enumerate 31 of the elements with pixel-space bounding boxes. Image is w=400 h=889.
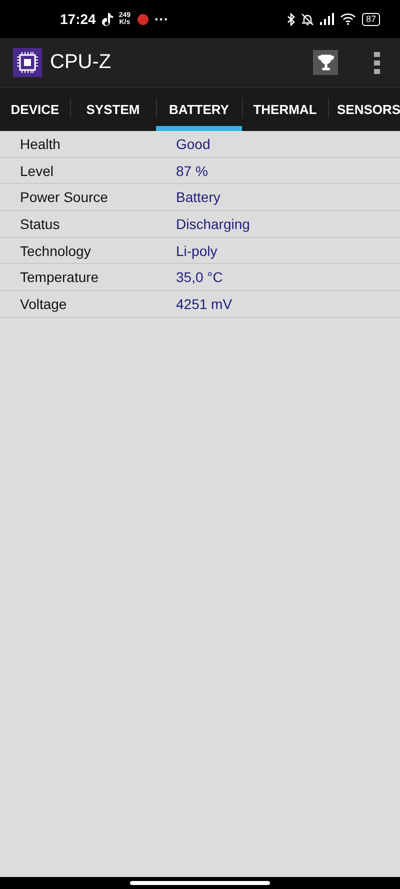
property-value: Battery bbox=[176, 189, 220, 206]
property-label: Technology bbox=[19, 242, 92, 259]
battery-icon: 87 bbox=[362, 12, 380, 26]
muted-bell-icon bbox=[300, 12, 314, 26]
property-label: Level bbox=[19, 162, 54, 179]
chip-logo-icon bbox=[13, 48, 42, 77]
property-label: Power Source bbox=[19, 189, 109, 206]
signal-icon bbox=[320, 13, 334, 25]
trophy-button[interactable] bbox=[313, 50, 338, 75]
tab[interactable]: SENSORS bbox=[328, 88, 400, 131]
tab[interactable]: THERMAL bbox=[242, 88, 328, 131]
tab[interactable]: SYSTEM bbox=[70, 88, 156, 131]
property-value: Good bbox=[176, 136, 210, 152]
property-value: Li-poly bbox=[176, 242, 218, 259]
app-title: CPU-Z bbox=[50, 51, 112, 74]
more-notifications: ··· bbox=[154, 11, 168, 27]
property-label: Voltage bbox=[19, 296, 68, 312]
property-value: Discharging bbox=[176, 216, 250, 232]
more-options-icon[interactable] bbox=[374, 52, 380, 74]
property-label: Health bbox=[19, 136, 62, 152]
property-value: 4251 mV bbox=[176, 296, 232, 312]
music-note-icon bbox=[102, 12, 113, 26]
notification-icon bbox=[136, 13, 148, 25]
tab[interactable]: DEVICE bbox=[0, 88, 70, 131]
bluetooth-icon bbox=[286, 12, 295, 26]
clock: 17:24 bbox=[60, 11, 96, 27]
property-label: Status bbox=[19, 216, 61, 232]
property-label: Temperature bbox=[19, 269, 100, 286]
property-value: 35,0 °C bbox=[176, 269, 223, 286]
property-value: 87 % bbox=[176, 162, 208, 179]
wifi-icon bbox=[340, 13, 356, 25]
